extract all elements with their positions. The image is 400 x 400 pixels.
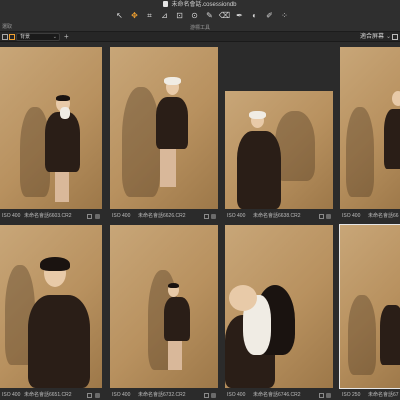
color-label-icon[interactable] [95,214,100,219]
keystone-icon[interactable]: ⊡ [174,11,185,21]
filename: 未命名會話6746.CR2 [253,392,301,398]
thumbnail-image [0,47,102,209]
fit-screen-label[interactable]: 適合屏幕 [360,33,384,41]
cursor-tools-group: ↖ ✥ ⌗ ⊿ ⊡ ⊙ ✎ ⌫ ✒ ◐ ✐ ⁘ [114,11,290,21]
pan-icon[interactable]: ✥ [129,11,140,21]
layout-icon[interactable] [392,34,398,40]
filmstrip-view-icon[interactable] [9,34,15,40]
thumbnail[interactable]: ISO 400 未命名會話6651.CR2 [0,225,102,400]
iso-value: ISO 400 [227,392,246,398]
filename: 未命名會話6732.CR2 [138,392,186,398]
select-checkbox[interactable] [204,214,209,219]
picker-icon[interactable]: ✒ [234,11,245,21]
thumbnail-image [225,91,333,209]
thumbnail[interactable]: ISO 400 未命名會話6746.CR2 [225,225,333,400]
brush-icon[interactable]: ✎ [204,11,215,21]
cursor-icon[interactable]: ↖ [114,11,125,21]
grid-view-icon[interactable] [2,34,8,40]
filename: 未命名會話6626.CR2 [138,213,186,219]
filename: 未命名會話67 [368,392,399,398]
browser-toolbar: 背景 ⌄ + 適合屏幕 ⌄ [0,32,400,42]
color-label-icon[interactable] [95,393,100,398]
filename: 未命名會話6651.CR2 [24,392,72,398]
filename: 未命名會話6603.CR2 [24,213,72,219]
select-checkbox[interactable] [319,214,324,219]
thumbnail[interactable]: ISO 400 未命名會話6603.CR2 [0,47,102,221]
thumbnail[interactable]: ISO 400 未命名會話66 [340,47,400,221]
window-title: 未命名會話.cosessiondb [0,1,400,9]
straighten-icon[interactable]: ⊿ [159,11,170,21]
thumbnail-image [340,47,400,209]
color-label-icon[interactable] [211,393,216,398]
cursor-tools-label: 游標工具 [189,25,210,31]
thumbnail-caption: ISO 400 未命名會話6626.CR2 [110,212,218,221]
chevron-down-icon: ⌄ [52,34,57,40]
iso-value: ISO 400 [2,213,21,219]
filter-select[interactable]: 背景 ⌄ [16,33,60,41]
iso-value: ISO 400 [227,213,246,219]
thumbnail-image [225,225,333,388]
thumbnail-selected[interactable]: ISO 250 未命名會話67 [339,224,400,400]
select-checkbox[interactable] [87,214,92,219]
text-icon[interactable]: ⁘ [279,11,290,21]
fit-chevron-icon[interactable]: ⌄ [386,33,391,40]
filter-select-value: 背景 [20,34,31,40]
iso-value: ISO 400 [342,213,361,219]
gradient-icon[interactable]: ◐ [249,11,260,21]
thumbnail-caption: ISO 400 未命名會話6732.CR2 [110,391,218,400]
filename: 未命名會話6638.CR2 [253,213,301,219]
eraser-icon[interactable]: ⌫ [219,11,230,21]
thumbnail-image [110,47,218,209]
color-label-icon[interactable] [326,393,331,398]
spot-icon[interactable]: ⊙ [189,11,200,21]
crop-icon[interactable]: ⌗ [144,11,155,21]
thumbnail[interactable]: ISO 400 未命名會話6732.CR2 [110,225,218,400]
thumbnail-caption: ISO 400 未命名會話6638.CR2 [225,212,333,221]
thumbnail[interactable]: ISO 400 未命名會話6638.CR2 [225,91,333,221]
thumbnail-image [339,224,400,389]
thumbnail-image [0,225,102,388]
top-toolbar: 未命名會話.cosessiondb 選取 ↖ ✥ ⌗ ⊿ ⊡ ⊙ ✎ ⌫ ✒ ◐ ✐ ⁘ 游標工具 [0,0,400,32]
document-title: 未命名會話.cosessiondb [171,2,237,8]
thumbnail-caption: ISO 400 未命名會話66 [340,212,400,221]
thumbnail-caption: ISO 250 未命名會話67 [340,391,400,400]
iso-value: ISO 400 [2,392,21,398]
image-browser: ISO 400 未命名會話6603.CR2 ISO 400 未命名會話6626.… [0,43,400,400]
select-checkbox[interactable] [204,393,209,398]
color-label-icon[interactable] [326,214,331,219]
annotate-icon[interactable]: ✐ [264,11,275,21]
document-icon [163,1,169,7]
thumbnail-caption: ISO 400 未命名會話6746.CR2 [225,391,333,400]
iso-value: ISO 400 [112,213,131,219]
color-label-icon[interactable] [211,214,216,219]
thumbnail-image [110,225,218,388]
select-checkbox[interactable] [87,393,92,398]
thumbnail-caption: ISO 400 未命名會話6651.CR2 [0,391,102,400]
select-checkbox[interactable] [319,393,324,398]
add-filter-button[interactable]: + [64,32,69,41]
thumbnail-caption: ISO 400 未命名會話6603.CR2 [0,212,102,221]
iso-value: ISO 400 [112,392,131,398]
filename: 未命名會話66 [368,213,399,219]
iso-value: ISO 250 [342,392,361,398]
thumbnail[interactable]: ISO 400 未命名會話6626.CR2 [110,47,218,221]
